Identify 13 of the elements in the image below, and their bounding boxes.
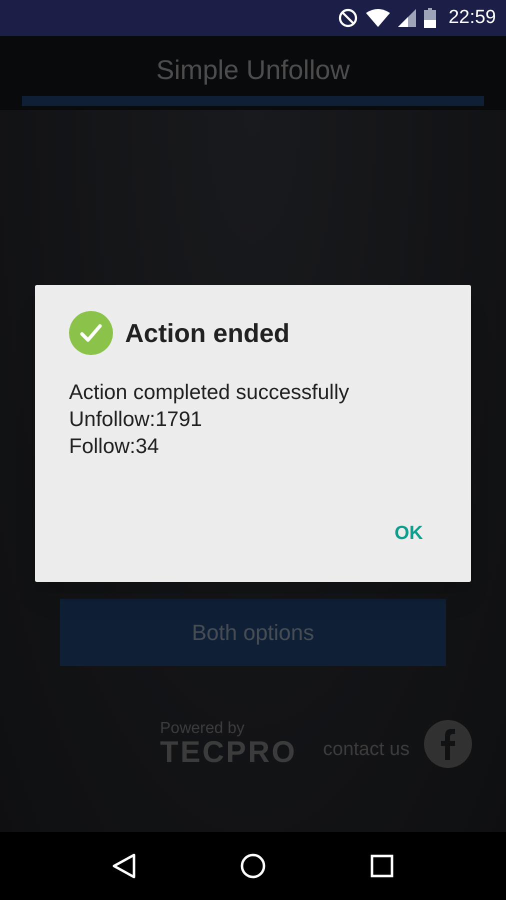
app-title: Simple Unfollow bbox=[156, 54, 350, 87]
clock-time: 22:59 bbox=[448, 6, 496, 30]
home-icon[interactable] bbox=[240, 853, 266, 879]
recents-icon[interactable] bbox=[370, 854, 394, 878]
signal-icon bbox=[398, 9, 416, 27]
dialog-title: Action ended bbox=[125, 316, 290, 350]
ok-button[interactable]: OK bbox=[386, 516, 431, 552]
dialog-message: Action completed successfully Unfollow:1791 Follow:34 bbox=[69, 380, 350, 460]
wifi-icon bbox=[366, 9, 390, 27]
check-icon bbox=[69, 311, 113, 355]
do-not-disturb-icon bbox=[338, 8, 358, 28]
back-icon[interactable] bbox=[112, 853, 136, 879]
battery-icon bbox=[424, 8, 436, 28]
